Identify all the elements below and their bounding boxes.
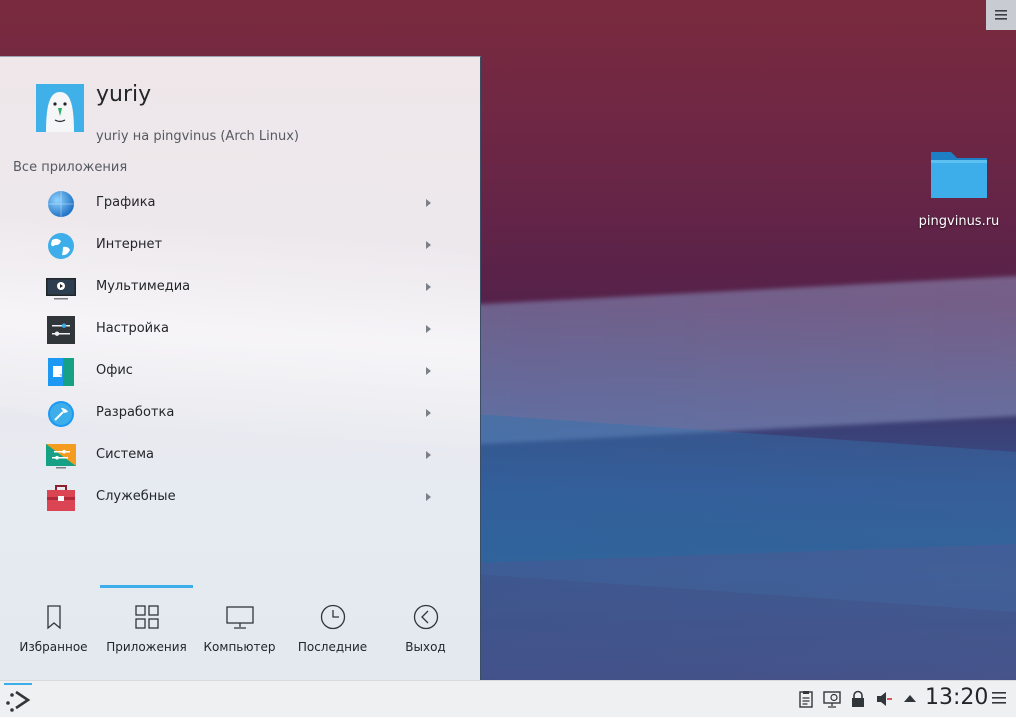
folder-icon <box>931 152 987 198</box>
category-list: Графика Интернет Мультимедиа Настройка О… <box>0 183 480 519</box>
user-avatar[interactable] <box>36 84 84 132</box>
internet-globe-icon <box>48 233 74 259</box>
kde-launcher-icon <box>6 690 31 712</box>
chevron-right-icon <box>426 451 431 459</box>
back-arrow-icon <box>413 604 438 630</box>
lock-icon[interactable] <box>849 690 867 708</box>
multimedia-icon <box>46 278 76 300</box>
active-tab-indicator <box>100 585 193 588</box>
utilities-toolbox-icon <box>47 485 75 511</box>
panel-hamburger-icon[interactable] <box>992 691 1006 705</box>
tab-label: Приложения <box>106 640 187 654</box>
category-label: Настройка <box>96 321 169 336</box>
hamburger-menu-icon <box>995 10 1007 20</box>
desktop-folder-label: pingvinus.ru <box>918 214 1000 229</box>
monitor-icon <box>225 606 254 629</box>
section-title: Все приложения <box>13 160 128 175</box>
chevron-right-icon <box>426 199 431 207</box>
tab-label: Последние <box>297 640 368 654</box>
application-launcher: yuriy yuriy на pingvinus (Arch Linux) Вс… <box>0 56 481 681</box>
graphics-icon <box>48 191 74 217</box>
office-icon <box>48 358 74 386</box>
tab-label: Выход <box>405 640 446 654</box>
user-host: yuriy на pingvinus (Arch Linux) <box>96 129 299 144</box>
category-item-graphics[interactable]: Графика <box>0 183 480 225</box>
grid-icon <box>134 605 159 629</box>
clipboard-icon[interactable] <box>797 690 815 708</box>
avatar-face-icon <box>36 84 84 132</box>
category-item-utilities[interactable]: Служебные <box>0 477 480 519</box>
desktop-folder-item[interactable]: pingvinus.ru <box>914 146 1004 229</box>
desktop-toolbox-button[interactable] <box>986 0 1016 30</box>
tab-label: Компьютер <box>203 640 276 654</box>
category-label: Разработка <box>96 405 175 420</box>
category-label: Графика <box>96 195 156 210</box>
tab-favorites[interactable]: Избранное <box>7 585 100 665</box>
display-config-icon[interactable] <box>823 690 841 708</box>
system-icon <box>46 444 76 469</box>
taskbar-panel: 13:20 <box>0 680 1016 717</box>
chevron-right-icon <box>426 241 431 249</box>
tab-label: Избранное <box>19 640 88 654</box>
category-item-development[interactable]: Разработка <box>0 393 480 435</box>
chevron-right-icon <box>426 493 431 501</box>
volume-muted-icon[interactable] <box>875 690 893 708</box>
category-item-system[interactable]: Система <box>0 435 480 477</box>
category-item-office[interactable]: Офис <box>0 351 480 393</box>
category-label: Офис <box>96 363 133 378</box>
category-item-internet[interactable]: Интернет <box>0 225 480 267</box>
tab-applications[interactable]: Приложения <box>100 585 193 665</box>
category-label: Мультимедиа <box>96 279 191 294</box>
settings-icon <box>47 316 75 344</box>
user-name: yuriy <box>96 82 152 107</box>
active-indicator <box>4 683 32 685</box>
tab-computer[interactable]: Компьютер <box>193 585 286 665</box>
clock-icon <box>320 604 345 630</box>
launcher-tab-bar: Избранное Приложения Компьютер Последние… <box>0 585 480 665</box>
category-item-settings[interactable]: Настройка <box>0 309 480 351</box>
chevron-right-icon <box>426 367 431 375</box>
chevron-right-icon <box>426 409 431 417</box>
launcher-button[interactable] <box>4 683 32 715</box>
category-label: Интернет <box>96 237 163 252</box>
chevron-right-icon <box>426 283 431 291</box>
bookmark-icon <box>46 605 61 630</box>
category-label: Система <box>96 447 155 462</box>
development-icon <box>48 401 74 427</box>
digital-clock[interactable]: 13:20 <box>925 685 988 710</box>
tab-leave[interactable]: Выход <box>379 585 472 665</box>
expand-tray-icon[interactable] <box>901 690 919 708</box>
category-label: Служебные <box>96 489 176 504</box>
category-item-multimedia[interactable]: Мультимедиа <box>0 267 480 309</box>
tab-recent[interactable]: Последние <box>286 585 379 665</box>
chevron-right-icon <box>426 325 431 333</box>
